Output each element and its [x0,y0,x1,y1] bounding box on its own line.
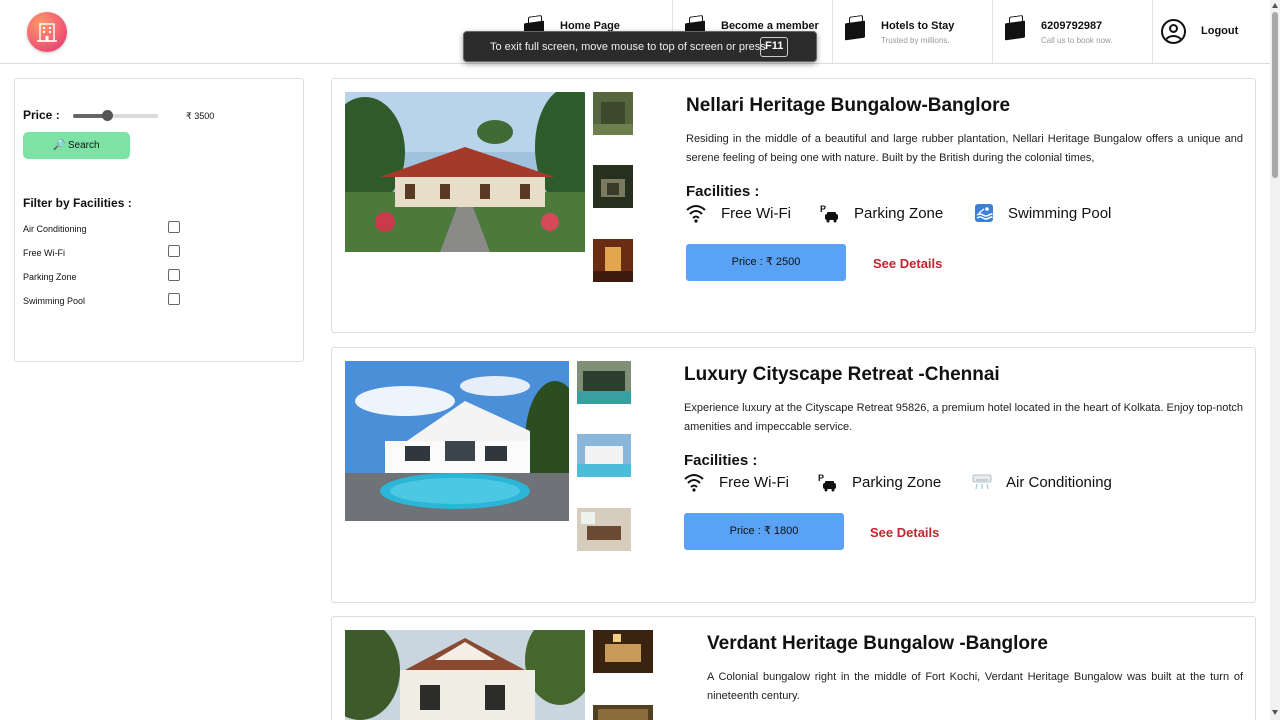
hotel-description: A Colonial bungalow right in the middle … [707,671,1243,702]
nav-hotels-subtitle: Trusted by millions. [881,36,950,45]
hotel-thumbnail[interactable] [593,165,633,208]
logout-button[interactable]: Logout [1152,0,1270,63]
see-details-link[interactable]: See Details [873,256,942,271]
hotel-card: Luxury Cityscape Retreat -Chennai Experi… [331,347,1256,603]
user-icon [1161,19,1186,44]
price-slider-thumb[interactable] [102,110,113,121]
facility-label: Parking Zone [852,474,942,491]
hotel-thumbnail[interactable] [593,630,653,673]
svg-text:P: P [818,473,824,483]
fullscreen-exit-toast: To exit full screen, move mouse to top o… [463,31,817,62]
logout-label: Logout [1201,25,1239,37]
hotel-thumbnail[interactable] [577,434,631,477]
hotel-description: Residing in the middle of a beautiful an… [686,133,1243,164]
price-value: ₹ 3500 [186,111,215,121]
bag-icon [1005,20,1025,41]
hotel-thumbnail[interactable] [593,92,633,135]
filter-free-wifi-checkbox[interactable] [168,245,180,257]
filter-air-conditioning-checkbox[interactable] [168,221,180,233]
hotel-card: Verdant Heritage Bungalow -Banglore A Co… [331,616,1256,720]
hotel-description: Experience luxury at the Cityscape Retre… [684,402,1243,433]
hotel-name[interactable]: Luxury Cityscape Retreat -Chennai [684,364,1000,386]
nav-hotels-to-stay[interactable]: Hotels to Stay Trusted by millions. [832,0,992,63]
filter-label: Swimming Pool [23,296,86,306]
search-button-label: Search [67,140,100,151]
page-scrollbar[interactable] [1270,0,1280,720]
price-button[interactable]: Price : ₹ 1800 [684,513,844,550]
nav-phone-label: 6209792987 [1041,20,1103,32]
filter-parking-zone-checkbox[interactable] [168,269,180,281]
scrollbar-thumb[interactable] [1272,12,1278,178]
nav-phone-subtitle: Call us to book now. [1041,36,1113,45]
hotel-thumbnail[interactable] [577,361,631,404]
hotel-name[interactable]: Nellari Heritage Bungalow-Banglore [686,95,1010,117]
search-icon: 🔎 [53,140,66,151]
filter-free-wifi: Free Wi-Fi [23,245,183,261]
facilities-title: Facilities : [684,452,758,469]
hotel-thumbnail[interactable] [577,508,631,551]
facility-label: Free Wi-Fi [721,205,791,222]
price-button[interactable]: Price : ₹ 2500 [686,244,846,281]
air-conditioner-icon [972,474,992,490]
filter-title: Filter by Facilities : [23,196,132,210]
filter-label: Air Conditioning [23,224,87,234]
filter-parking-zone: Parking Zone [23,269,183,285]
wifi-icon [684,474,704,492]
see-details-link[interactable]: See Details [870,525,939,540]
wifi-icon [686,205,706,223]
price-slider[interactable] [73,110,158,121]
facilities-title: Facilities : [686,183,760,200]
bag-icon [845,20,865,41]
hotel-building-icon [37,23,57,42]
hotel-main-photo[interactable] [345,630,585,720]
facility-label: Air Conditioning [1006,474,1112,491]
facility-label: Parking Zone [854,205,944,222]
filter-swimming-pool-checkbox[interactable] [168,293,180,305]
scroll-up-arrow-icon[interactable] [1272,3,1278,8]
facility-label: Swimming Pool [1008,205,1112,222]
hotel-logo[interactable] [27,12,67,52]
hotel-thumbnail[interactable] [593,705,653,720]
filter-label: Parking Zone [23,272,77,282]
filter-swimming-pool: Swimming Pool [23,293,183,309]
search-button[interactable]: 🔎 Search [23,132,130,159]
filter-sidebar: Price : ₹ 3500 🔎 Search Filter by Facilit… [14,78,304,362]
filter-label: Free Wi-Fi [23,248,65,258]
hotel-thumbnail[interactable] [593,239,633,282]
toast-message: To exit full screen, move mouse to top o… [490,41,766,53]
hotel-name[interactable]: Verdant Heritage Bungalow -Banglore [707,633,1048,655]
toast-key: F11 [760,37,789,57]
hotel-card: Nellari Heritage Bungalow-Banglore Resid… [331,78,1256,333]
hotel-main-photo[interactable] [345,92,585,252]
swimming-pool-icon [975,204,993,222]
nav-hotels-label: Hotels to Stay [881,20,955,32]
price-label: Price : [23,108,60,122]
hotel-main-photo[interactable] [345,361,569,521]
scroll-down-arrow-icon[interactable] [1272,710,1278,715]
facility-label: Free Wi-Fi [719,474,789,491]
svg-text:P: P [820,204,826,214]
nav-phone[interactable]: 6209792987 Call us to book now. [992,0,1152,63]
parking-car-icon: P [818,473,836,492]
filter-air-conditioning: Air Conditioning [23,221,183,237]
parking-car-icon: P [820,204,838,223]
